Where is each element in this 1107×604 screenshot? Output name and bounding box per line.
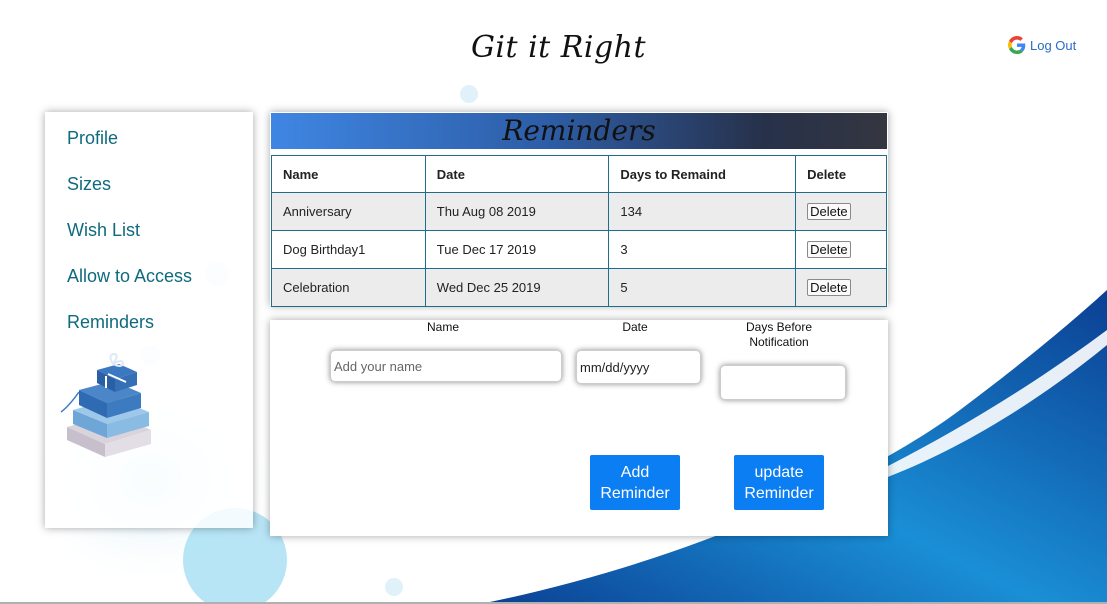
- name-label: Name: [426, 320, 459, 334]
- column-header-name: Name: [271, 155, 426, 193]
- logout-label: Log Out: [1030, 37, 1077, 53]
- reminders-panel: Reminders Name Date Days to Remaind Dele…: [270, 112, 888, 307]
- sidebar-item-sizes[interactable]: Sizes: [45, 160, 253, 206]
- table-row: Dog Birthday1 Tue Dec 17 2019 3 Delete: [271, 230, 887, 269]
- reminder-form: Name Date Days Before Notification Add R…: [270, 320, 888, 536]
- table-header-row: Name Date Days to Remaind Delete: [271, 155, 887, 193]
- days-before-input[interactable]: [720, 365, 846, 400]
- reminders-title: Reminders: [271, 113, 887, 149]
- cell-delete: Delete: [795, 192, 887, 231]
- delete-button[interactable]: Delete: [807, 241, 851, 258]
- sidebar-nav: Profile Sizes Wish List Allow to Access …: [45, 112, 253, 344]
- delete-button[interactable]: Delete: [807, 279, 851, 296]
- sidebar-item-reminders[interactable]: Reminders: [45, 298, 253, 344]
- cell-delete: Delete: [795, 268, 887, 307]
- sidebar-item-profile[interactable]: Profile: [45, 114, 253, 160]
- logout-button[interactable]: Log Out: [1008, 36, 1076, 54]
- sidebar-item-allow-to-access[interactable]: Allow to Access: [45, 252, 253, 298]
- date-label: Date: [622, 320, 648, 334]
- column-header-date: Date: [424, 155, 610, 193]
- cell-date: Tue Dec 17 2019: [424, 230, 610, 269]
- add-reminder-button[interactable]: Add Reminder: [590, 455, 680, 510]
- cell-name: Dog Birthday1: [271, 230, 426, 269]
- cell-name: Celebration: [271, 268, 426, 307]
- days-before-label: Days Before Notification: [745, 320, 813, 349]
- name-input[interactable]: [330, 350, 562, 382]
- date-input[interactable]: [576, 350, 701, 384]
- decor-bubble: [385, 578, 403, 596]
- cell-name: Anniversary: [271, 192, 426, 231]
- sidebar: Profile Sizes Wish List Allow to Access …: [45, 112, 253, 528]
- google-icon: [1008, 36, 1026, 54]
- cell-delete: Delete: [795, 230, 887, 269]
- sidebar-item-wish-list[interactable]: Wish List: [45, 206, 253, 252]
- cell-date: Wed Dec 25 2019: [424, 268, 610, 307]
- decor-bubble: [460, 85, 478, 103]
- cell-days: 3: [608, 230, 797, 269]
- table-row: Celebration Wed Dec 25 2019 5 Delete: [271, 268, 887, 307]
- column-header-days: Days to Remaind: [608, 155, 797, 193]
- table-row: Anniversary Thu Aug 08 2019 134 Delete: [271, 192, 887, 231]
- cell-days: 5: [608, 268, 797, 307]
- app-title: Git it Right: [470, 30, 647, 65]
- gift-boxes-image: [60, 352, 151, 457]
- cell-days: 134: [608, 192, 797, 231]
- update-reminder-button[interactable]: update Reminder: [734, 455, 824, 510]
- cell-date: Thu Aug 08 2019: [424, 192, 610, 231]
- column-header-delete: Delete: [795, 155, 887, 193]
- reminders-table: Name Date Days to Remaind Delete Anniver…: [271, 155, 887, 307]
- delete-button[interactable]: Delete: [807, 203, 851, 220]
